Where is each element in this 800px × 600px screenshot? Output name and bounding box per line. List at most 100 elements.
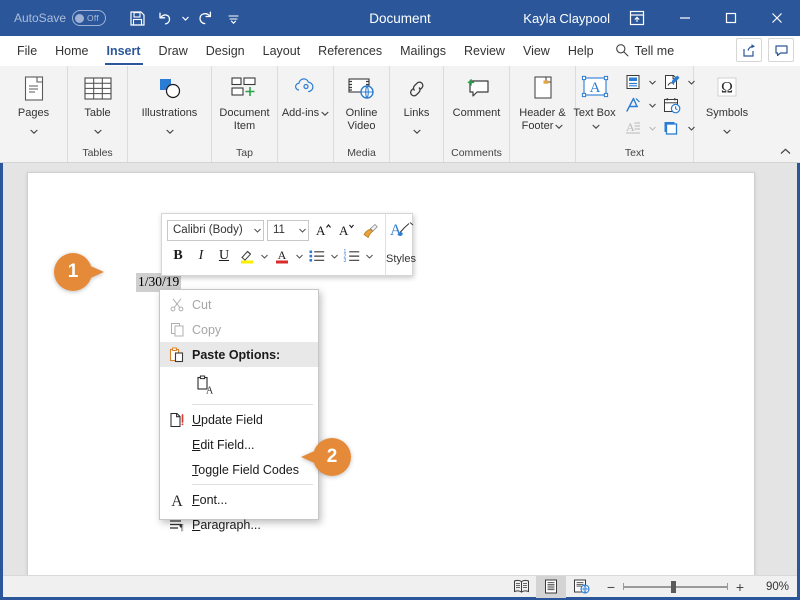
links-button[interactable]: Links [393, 69, 441, 139]
tab-file[interactable]: File [8, 36, 46, 66]
illustrations-chevron-down-icon[interactable] [165, 121, 174, 139]
font-name-combobox[interactable]: Calibri (Body) [167, 219, 264, 241]
share-icon[interactable] [736, 38, 762, 62]
autosave-switch[interactable]: Off [72, 10, 107, 26]
document-item-label: Document Item [219, 107, 270, 132]
pages-chevron-down-icon[interactable] [29, 121, 38, 139]
symbols-chevron-down-icon[interactable] [723, 121, 731, 139]
close-button[interactable] [754, 0, 800, 36]
font-size-combobox[interactable]: 11 [267, 219, 309, 241]
tab-insert[interactable]: Insert [98, 36, 150, 66]
font-size-chevron-down-icon[interactable] [299, 224, 306, 236]
tab-help[interactable]: Help [559, 36, 603, 66]
restore-button[interactable] [708, 0, 754, 36]
addins-button[interactable]: Add-ins [281, 69, 331, 120]
context-menu-item-edit-field[interactable]: Edit Field... [160, 432, 318, 457]
grow-font-icon[interactable]: A [313, 219, 335, 241]
quick-parts-icon[interactable] [621, 71, 645, 93]
zoom-slider-thumb[interactable] [671, 580, 676, 593]
signature-line-icon[interactable] [660, 71, 684, 93]
redo-icon[interactable] [192, 5, 218, 31]
save-icon[interactable] [124, 5, 150, 31]
drop-cap-icon[interactable]: A [621, 117, 645, 139]
context-menu-item-paragraph[interactable]: ¶ Paragraph... [160, 512, 318, 537]
header-footer-chevron-down-icon[interactable] [555, 120, 564, 133]
online-video-button[interactable]: Online Video [337, 69, 387, 132]
wordart-icon[interactable] [621, 94, 645, 116]
bullets-icon[interactable] [306, 245, 328, 267]
tab-review[interactable]: Review [455, 36, 514, 66]
wordart-chevron-down-icon[interactable] [646, 94, 659, 116]
text-box-chevron-down-icon[interactable] [591, 120, 600, 133]
tab-design[interactable]: Design [197, 36, 254, 66]
undo-icon[interactable] [152, 5, 178, 31]
tell-me-label: Tell me [634, 44, 675, 58]
numbering-chevron-down-icon[interactable] [364, 245, 375, 267]
shrink-font-icon[interactable]: A [336, 219, 358, 241]
text-highlight-color-icon[interactable] [236, 245, 258, 267]
mini-toolbar-row-2: B I U A 1 2 3 [167, 243, 381, 269]
callout-1-number: 1 [67, 261, 79, 282]
numbering-icon[interactable]: 123 [341, 245, 363, 267]
tab-home[interactable]: Home [46, 36, 97, 66]
bold-button[interactable]: B [167, 245, 189, 267]
context-menu-item-font[interactable]: A Font... [160, 487, 318, 512]
addins-chevron-down-icon[interactable] [321, 107, 329, 120]
addins-icon [293, 72, 319, 106]
context-menu-item-toggle-field-codes[interactable]: Toggle Field Codes [160, 457, 318, 482]
tab-draw[interactable]: Draw [150, 36, 197, 66]
date-time-icon[interactable] [660, 94, 684, 116]
document-item-button[interactable]: Document Item [215, 69, 275, 132]
styles-button[interactable]: A Styles [385, 214, 416, 275]
header-footer-button[interactable]: Header & Footer [513, 69, 573, 132]
table-button[interactable]: Table [69, 69, 127, 139]
italic-button[interactable]: I [190, 245, 212, 267]
zoom-in-button[interactable]: + [735, 579, 745, 595]
undo-dropdown-chevron-down-icon[interactable] [180, 5, 190, 31]
web-layout-button[interactable] [566, 576, 596, 598]
paragraph-icon: ¶ [162, 512, 192, 537]
highlight-chevron-down-icon[interactable] [259, 245, 270, 267]
symbols-button[interactable]: Ω Symbols [697, 69, 757, 139]
font-color-icon[interactable]: A [271, 245, 293, 267]
ribbon-display-options-icon[interactable] [622, 5, 652, 31]
illustrations-button[interactable]: Illustrations [131, 69, 209, 139]
symbols-omega-icon: Ω [713, 72, 741, 106]
underline-button[interactable]: U [213, 245, 235, 267]
text-small-row-1 [621, 71, 698, 93]
account-name[interactable]: Kayla Claypool [523, 11, 610, 26]
object-icon[interactable] [660, 117, 684, 139]
collapse-ribbon-chevron-up-icon[interactable] [776, 142, 794, 160]
autosave-toggle-group[interactable]: AutoSave Off [14, 10, 107, 26]
comment-label: Comment [452, 107, 501, 119]
tab-view[interactable]: View [514, 36, 559, 66]
paste-keep-text-only-icon[interactable]: A [192, 372, 218, 398]
zoom-slider[interactable] [623, 580, 728, 593]
tab-mailings[interactable]: Mailings [391, 36, 455, 66]
read-mode-button[interactable] [506, 576, 536, 598]
table-chevron-down-icon[interactable] [93, 121, 102, 139]
customize-qat-icon[interactable] [220, 5, 246, 31]
text-box-button[interactable]: A Text Box [572, 69, 618, 132]
context-menu-separator-1 [192, 404, 313, 405]
font-name-chevron-down-icon[interactable] [254, 224, 261, 236]
context-menu-item-update-field[interactable]: Update Field [160, 407, 318, 432]
comment-button[interactable]: Comment [447, 69, 507, 120]
tell-me-box[interactable]: Tell me [615, 43, 675, 60]
tab-references[interactable]: References [309, 36, 391, 66]
print-layout-button[interactable] [536, 575, 566, 598]
format-painter-icon[interactable] [359, 219, 381, 241]
callout-badge-1: 1 [54, 253, 104, 291]
quick-parts-chevron-down-icon[interactable] [646, 71, 659, 93]
links-chevron-down-icon[interactable] [412, 121, 421, 139]
zoom-out-button[interactable]: − [606, 579, 616, 595]
pages-button[interactable]: Pages [5, 69, 63, 139]
comments-icon[interactable] [768, 38, 794, 62]
text-group-small-buttons: A [621, 69, 698, 139]
tab-layout[interactable]: Layout [254, 36, 310, 66]
bullets-chevron-down-icon[interactable] [329, 245, 340, 267]
minimize-button[interactable] [662, 0, 708, 36]
zoom-percentage[interactable]: 90% [755, 581, 789, 593]
font-color-chevron-down-icon[interactable] [294, 245, 305, 267]
drop-cap-chevron-down-icon[interactable] [646, 117, 659, 139]
